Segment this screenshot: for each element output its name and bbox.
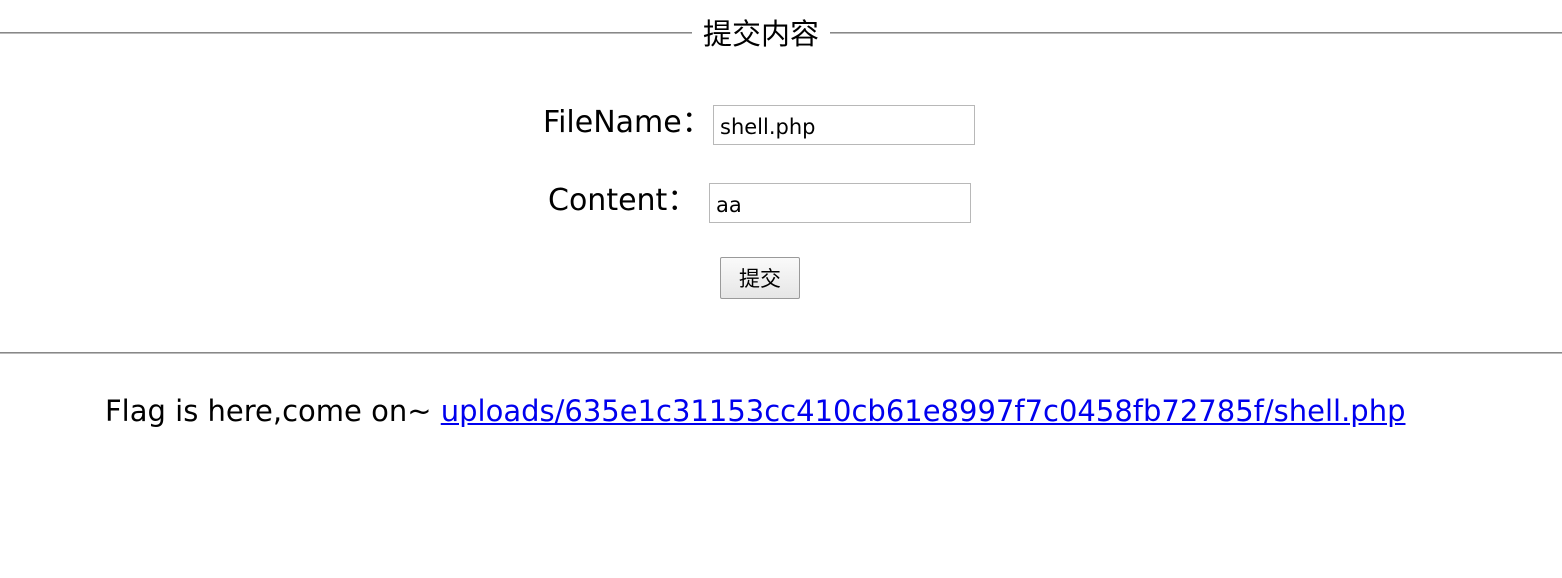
result-message: Flag is here,come on~ uploads/635e1c3115… (105, 391, 1405, 431)
fieldset-border-right (830, 32, 1562, 34)
result-prefix: Flag is here,come on~ (105, 394, 441, 428)
content-input[interactable] (709, 183, 971, 223)
content-label: Content： (548, 183, 698, 218)
fieldset-border-bottom (0, 352, 1562, 354)
filename-label: FileName： (543, 105, 712, 140)
page: 提交内容 FileName： Content： 提交 Flag is here,… (0, 0, 1562, 578)
fieldset-border-left (0, 32, 692, 34)
submit-button[interactable]: 提交 (720, 257, 800, 299)
fieldset-legend: 提交内容 (702, 17, 819, 51)
uploaded-file-link[interactable]: uploads/635e1c31153cc410cb61e8997f7c0458… (441, 394, 1406, 428)
filename-input[interactable] (713, 105, 975, 145)
